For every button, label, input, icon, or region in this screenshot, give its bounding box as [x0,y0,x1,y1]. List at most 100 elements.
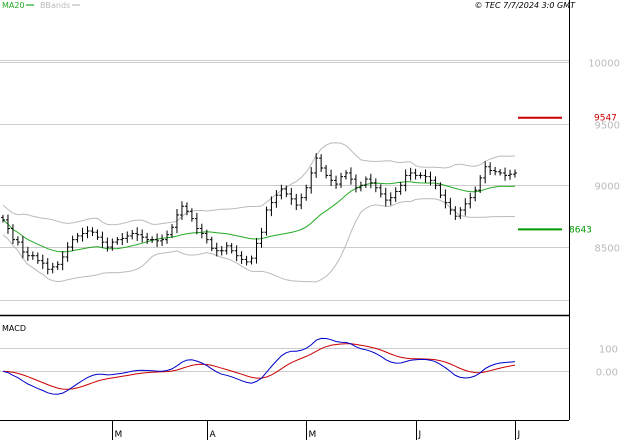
price-bar [443,189,448,209]
price-bar [254,238,259,264]
price-bar [35,252,40,264]
x-axis-month-label: M [309,430,317,440]
price-bar [55,261,60,270]
price-bar [85,226,90,239]
price-bar [329,169,334,187]
price-bars [1,153,517,275]
price-bar [348,167,353,185]
macd-y-tick-label: 0.00 [596,368,618,379]
legend-ma20: MA20 [2,1,25,10]
price-bar [309,167,314,194]
price-y-tick-label: 9000 [595,182,620,193]
x-axis-month-label: J [517,430,521,440]
price-bar [324,165,329,179]
price-bar [80,227,85,242]
resistance-label: 9547 [594,114,617,124]
price-bar [40,254,45,270]
price-bar [488,162,493,175]
price-bar [120,233,125,246]
price-bar [170,224,175,238]
x-axis-month-label: A [210,430,217,440]
price-gridlines [0,60,569,301]
price-bar [194,212,199,235]
x-axis-month-label: M [115,430,123,440]
price-bar [403,169,408,192]
price-bar [413,168,418,180]
price-bar [239,251,244,264]
price-bar [95,229,100,240]
macd-y-axis: 0.00 100 [596,345,618,379]
price-bar [279,184,284,200]
price-bar [383,187,388,207]
price-y-axis: 85009000950010000 [588,59,620,255]
header-legend: MA20 BBands [2,1,80,10]
x-axis-month-label: J [418,430,422,440]
price-bar [398,181,403,195]
support-level: 8643 [518,225,592,235]
price-bar [319,154,324,172]
price-bar [115,236,120,245]
price-bar [224,242,229,255]
macd-y-tick-label: 100 [599,345,618,356]
price-bar [343,170,348,180]
price-bar [214,242,219,257]
price-bar [125,231,130,243]
price-bar [508,169,513,180]
price-panel: 85009000950010000 9547 8643 [0,59,620,301]
price-bar [368,173,373,189]
price-bar [493,166,498,176]
price-bar [299,193,304,210]
price-bar [408,167,413,181]
price-bar [294,193,299,211]
x-axis-month-labels: MAMJJ [112,420,521,440]
price-bar [15,236,20,246]
price-bar [105,237,110,252]
price-bar [5,214,10,234]
price-bar [135,227,140,241]
price-bar [10,224,15,245]
price-bar [304,184,309,201]
price-bar [334,175,339,189]
price-bar [388,192,393,206]
price-bar [199,223,204,239]
legend-bbands: BBands [40,1,70,10]
price-bar [244,255,249,266]
macd-line [2,337,516,395]
price-bar [140,229,145,243]
price-bar [229,243,234,254]
price-bar [60,251,65,271]
macd-title: MACD [2,324,26,333]
price-bar [150,236,155,243]
macd-panel: MACD 0.00 100 [0,324,618,395]
stock-chart: MA20 BBands © TEC 7/7/2024 3:0 GMT 8500 9… [0,0,620,440]
price-bar [393,187,398,202]
price-bar [468,192,473,209]
price-bar [289,187,294,205]
price-bar [25,246,30,261]
price-bar [264,206,269,236]
copyright-notice: © TEC 7/7/2024 3:0 GMT [475,1,577,10]
price-bar [503,167,508,181]
price-bar [473,186,478,202]
resistance-level: 9547 [518,114,617,124]
price-bar [498,169,503,176]
price-bar [90,227,95,237]
macd-gridlines [0,348,569,372]
price-y-tick-label: 10000 [588,59,620,70]
price-bar [130,229,135,240]
price-bar [423,169,428,183]
price-bar [458,207,463,220]
bbands-lower-line [2,198,516,283]
price-bar [30,251,35,260]
price-bar [50,262,55,274]
price-bar [249,255,254,265]
price-bar [209,236,214,252]
price-bar [363,176,368,188]
price-y-tick-label: 8500 [595,244,620,255]
support-label: 8643 [569,225,592,235]
price-bar [513,169,517,178]
price-bar [155,233,160,247]
price-bar [100,231,105,248]
price-bar [418,172,423,179]
price-bar [483,161,488,184]
